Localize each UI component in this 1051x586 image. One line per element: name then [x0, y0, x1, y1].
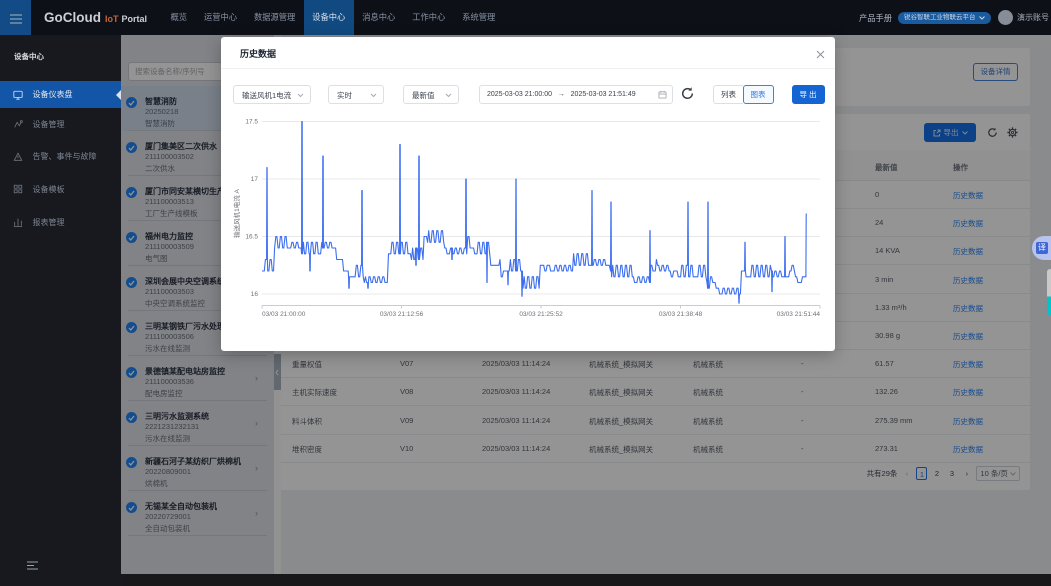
svg-text:03/03 21:25:52: 03/03 21:25:52	[519, 311, 563, 318]
svg-text:输送风机1电流 A: 输送风机1电流 A	[232, 188, 241, 237]
svg-text:17.5: 17.5	[245, 119, 258, 126]
svg-text:03/03 21:12:56: 03/03 21:12:56	[380, 311, 424, 318]
svg-text:17: 17	[251, 176, 259, 183]
svg-text:03/03 21:51:44: 03/03 21:51:44	[777, 311, 821, 318]
svg-text:16.5: 16.5	[245, 234, 258, 241]
svg-text:16: 16	[251, 291, 259, 298]
svg-text:03/03 21:38:48: 03/03 21:38:48	[659, 311, 703, 318]
svg-text:03/03 21:00:00: 03/03 21:00:00	[262, 311, 306, 318]
